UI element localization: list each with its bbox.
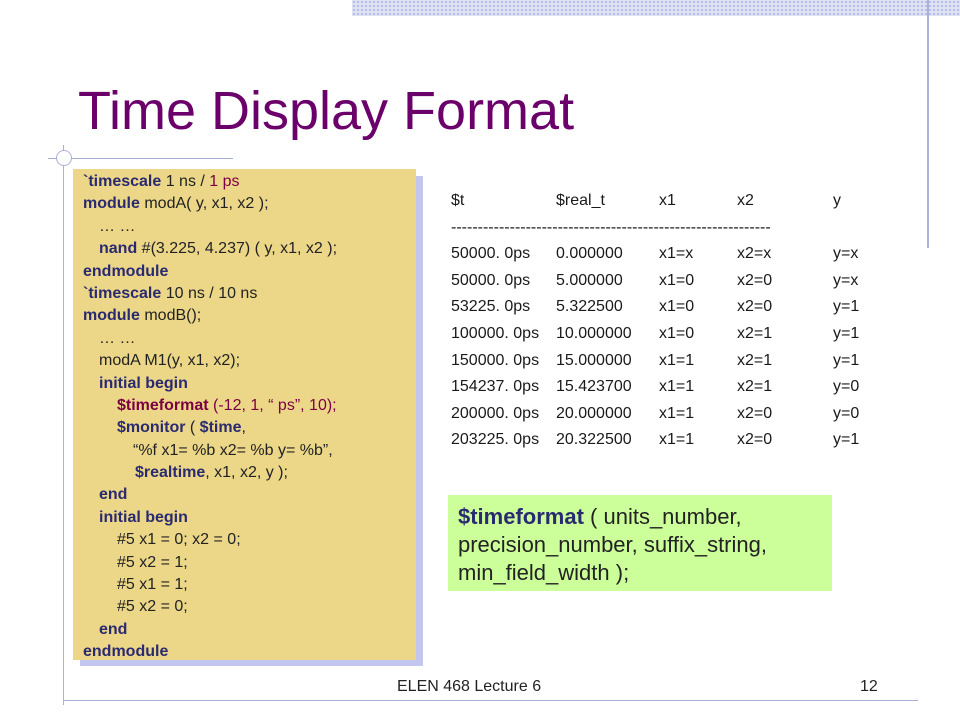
code-line: $realtime, x1, x2, y ); (135, 464, 288, 482)
code-line: $monitor ( $time, (117, 419, 246, 437)
page-number: 12 (860, 678, 878, 695)
title-underline-decoration (48, 158, 233, 159)
code-line: #5 x1 = 0; x2 = 0; (117, 531, 241, 549)
code-line: end (99, 486, 128, 504)
timeformat-syntax-box: $timeformat ( units_number, precision_nu… (448, 495, 832, 591)
header-decoration-band (352, 0, 960, 16)
code-line: … … (99, 217, 136, 235)
code-line: module modA( y, x1, x2 ); (83, 195, 269, 213)
code-line: #5 x2 = 1; (117, 553, 188, 571)
header-x1: x1 (659, 192, 676, 209)
code-line: endmodule (83, 643, 169, 661)
code-line: “%f x1= %b x2= %b y= %b”, (133, 441, 333, 459)
timeformat-keyword: $timeformat (458, 504, 584, 529)
code-line: nand #(3.225, 4.237) ( y, x1, x2 ); (99, 240, 338, 258)
code-line: $timeformat (-12, 1, “ ps”, 10); (117, 396, 337, 414)
header-real-t: $real_t (556, 192, 605, 209)
left-margin-decoration (63, 145, 64, 705)
code-line: initial begin (99, 508, 188, 526)
code-line: modA M1(y, x1, x2); (99, 352, 241, 370)
footer-divider (63, 700, 918, 701)
header-y: y (833, 192, 841, 209)
header-decoration-line (927, 0, 929, 248)
code-line: `timescale 1 ns / 1 ps (83, 173, 240, 190)
corner-circle-decoration (56, 150, 72, 166)
code-line: end (99, 620, 128, 638)
code-line: `timescale 10 ns / 10 ns (83, 284, 258, 302)
output-divider: ----------------------------------------… (451, 218, 771, 236)
code-line: #5 x1 = 1; (117, 576, 188, 594)
header-t: $t (451, 192, 465, 209)
code-line: … … (99, 329, 136, 347)
verilog-code-box: `timescale 1 ns / 1 ps module modA( y, x… (73, 169, 416, 660)
footer-lecture: ELEN 468 Lecture 6 (397, 678, 542, 695)
code-line: #5 x2 = 0; (117, 598, 188, 616)
code-line: endmodule (83, 262, 169, 280)
code-line: initial begin (99, 374, 188, 392)
slide-title: Time Display Format (78, 81, 575, 141)
header-x2: x2 (737, 192, 754, 209)
code-line: module modB(); (83, 307, 202, 325)
